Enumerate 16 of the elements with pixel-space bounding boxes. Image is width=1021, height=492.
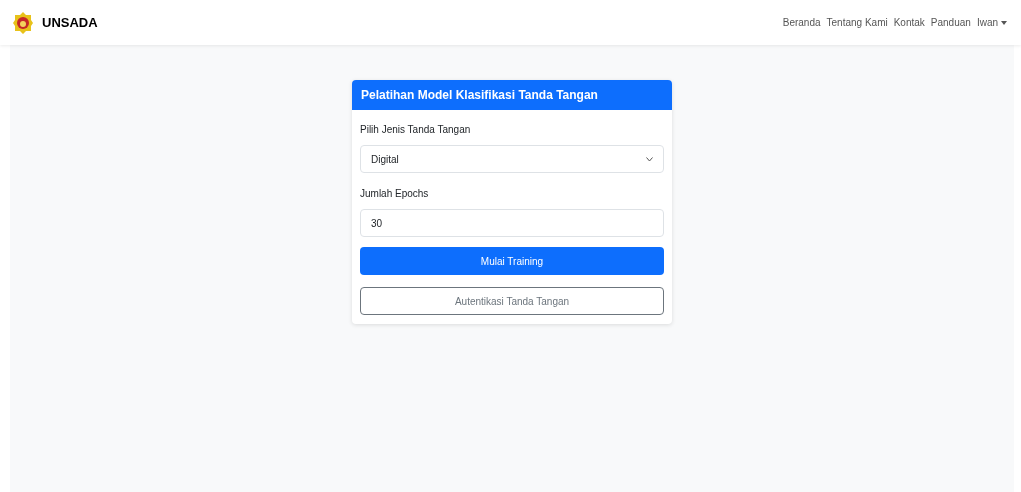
field-label: Pilih Jenis Tanda Tangan (360, 123, 472, 137)
caret-icon (1001, 20, 1007, 25)
nav-link[interactable]: Tentang Kami (826, 15, 888, 30)
field-label: Jumlah Epochs (360, 187, 430, 201)
nav-link[interactable]: Kontak (893, 15, 925, 30)
nav-link[interactable]: Panduan (930, 15, 971, 30)
type-select[interactable]: Digital (360, 145, 664, 173)
card-title: Pelatihan Model Klasifikasi Tanda Tangan (361, 87, 598, 104)
brand-name[interactable]: UNSADA (42, 12, 98, 33)
emblem-logo (12, 10, 34, 35)
start-training-button[interactable]: Mulai Training (360, 247, 664, 275)
authenticate-button[interactable]: Autentikasi Tanda Tangan (360, 287, 664, 315)
nav-link[interactable]: Beranda (782, 15, 821, 30)
user-menu[interactable]: Iwan (976, 15, 1007, 30)
chevron-down-icon (646, 156, 653, 162)
epochs-input[interactable]: 30 (360, 209, 664, 237)
